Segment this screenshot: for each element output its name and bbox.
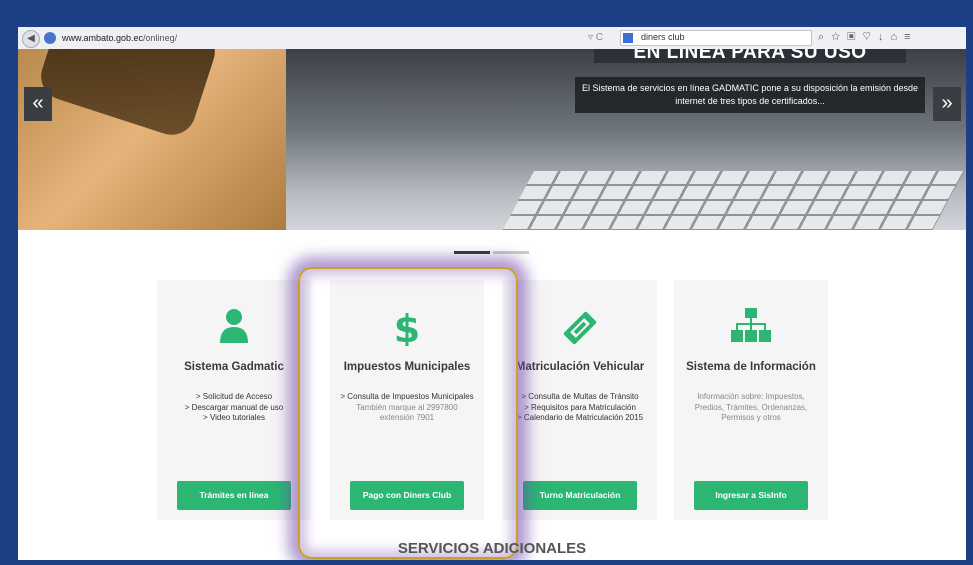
- reload-icon[interactable]: ▿ C: [588, 32, 603, 43]
- card-lines: > Consulta de Multas de Tránsito > Requi…: [503, 392, 657, 424]
- carousel-indicators: [454, 241, 532, 259]
- user-icon: [157, 308, 311, 344]
- highlight-annotation: [298, 267, 518, 559]
- clipboard-icon[interactable]: ▣: [847, 31, 862, 43]
- toolbar-icons: ⌕☆▣♡↓⌂≡: [818, 31, 918, 44]
- search-icon[interactable]: ⌕: [818, 31, 831, 43]
- card-link-multas[interactable]: > Consulta de Multas de Tránsito: [503, 392, 657, 403]
- back-button[interactable]: ◀: [22, 30, 40, 48]
- card-title: Sistema Gadmatic: [184, 361, 284, 373]
- hero-headline: EN LÍNEA PARA SU USO: [594, 49, 906, 63]
- tramites-en-linea-button[interactable]: Trámites en línea: [177, 481, 291, 510]
- browser-toolbar: ◀ www.ambato.gob.ec/onlineg/ ▿ C diners …: [18, 27, 966, 50]
- pocket-icon[interactable]: ♡: [863, 31, 878, 43]
- section-title-servicios-adicionales: SERVICIOS ADICIONALES: [397, 540, 587, 557]
- browser-window: ◀ www.ambato.gob.ec/onlineg/ ▿ C diners …: [18, 27, 966, 560]
- card-link-calendario[interactable]: > Calendario de Matriculación 2015: [503, 413, 657, 424]
- card-link-tutorials[interactable]: > Video tutoriales: [157, 413, 311, 424]
- download-icon[interactable]: ↓: [878, 31, 891, 43]
- card-title: Sistema de Información: [686, 361, 816, 373]
- search-engine-icon[interactable]: [623, 33, 633, 43]
- card-link-access[interactable]: > Solicitud de Acceso: [157, 392, 311, 403]
- card-lines: Información sobre: Impuestos, Predios, T…: [674, 392, 828, 424]
- carousel-indicator-1[interactable]: [454, 251, 490, 254]
- hero-caption: El Sistema de servicios en línea GADMATI…: [575, 77, 925, 113]
- service-card-sisinfo: Sistema de Información Información sobre…: [674, 280, 828, 520]
- card-note: Información sobre: Impuestos, Predios, T…: [694, 392, 808, 422]
- carousel-indicator-2[interactable]: [493, 251, 529, 254]
- home-icon[interactable]: ⌂: [891, 31, 905, 43]
- search-value: diners club: [641, 32, 685, 42]
- menu-icon[interactable]: ≡: [904, 31, 917, 43]
- search-input[interactable]: diners club: [620, 30, 812, 46]
- hero-carousel: EN LÍNEA PARA SU USO El Sistema de servi…: [18, 49, 966, 230]
- hero-image-left: [18, 49, 286, 230]
- service-card-gadmatic: Sistema Gadmatic > Solicitud de Acceso >…: [157, 280, 311, 520]
- site-identity-icon[interactable]: [44, 32, 56, 44]
- url-field[interactable]: www.ambato.gob.ec/onlineg/: [62, 33, 177, 43]
- card-lines: > Solicitud de Acceso > Descargar manual…: [157, 392, 311, 424]
- card-link-manual[interactable]: > Descargar manual de uso: [157, 403, 311, 414]
- carousel-next-button[interactable]: »: [933, 87, 961, 121]
- card-link-requisitos[interactable]: > Requisitos para Matriculación: [503, 403, 657, 414]
- card-title: Matriculación Vehicular: [515, 361, 645, 373]
- ingresar-sisinfo-button[interactable]: Ingresar a SisInfo: [694, 481, 808, 510]
- ticket-icon: [503, 308, 657, 345]
- sitemap-icon: [674, 308, 828, 344]
- carousel-prev-button[interactable]: «: [24, 87, 52, 121]
- turno-matriculacion-button[interactable]: Turno Matriculación: [523, 481, 637, 510]
- service-card-matriculacion: Matriculación Vehicular > Consulta de Mu…: [503, 280, 657, 520]
- bookmark-star-icon[interactable]: ☆: [831, 31, 847, 43]
